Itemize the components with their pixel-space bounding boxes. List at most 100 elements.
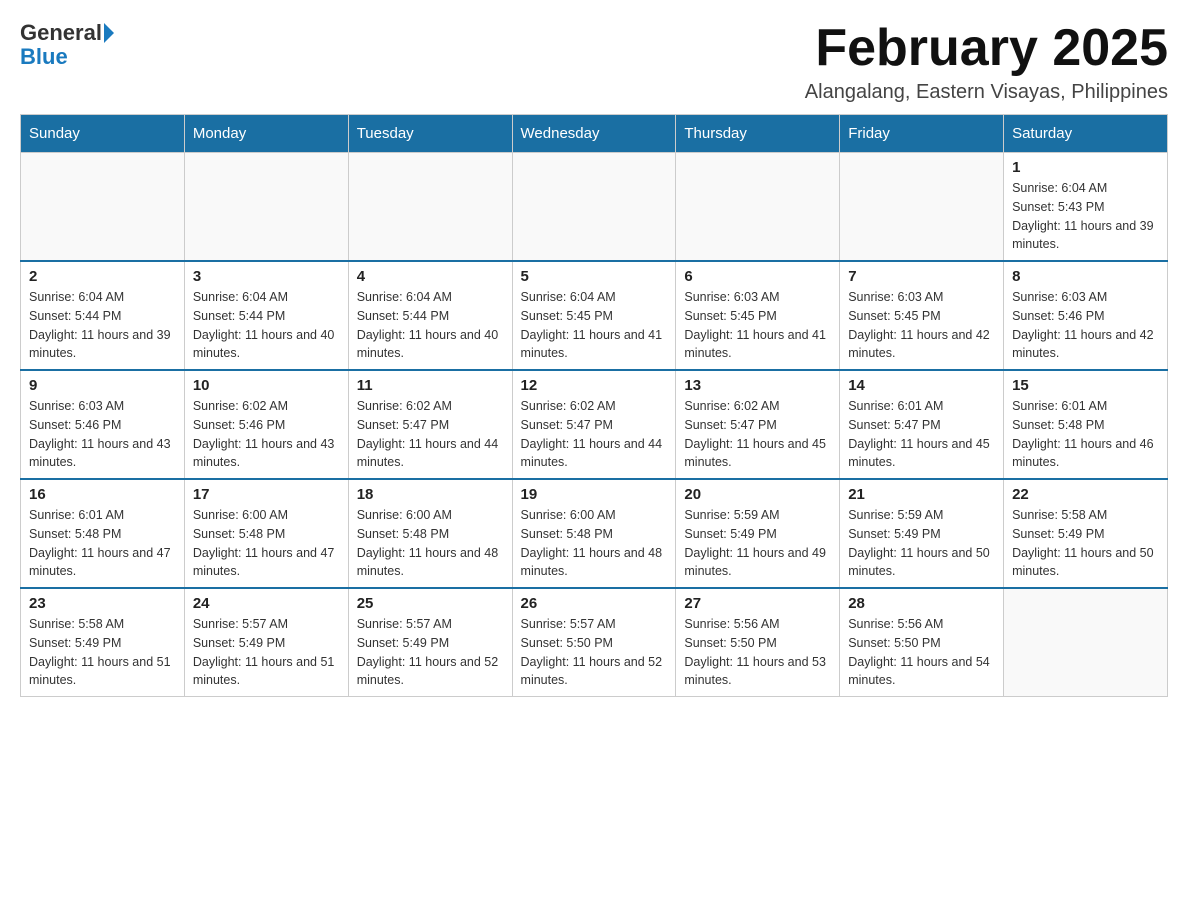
day-number: 10: [193, 377, 340, 394]
day-number: 7: [848, 268, 995, 285]
calendar-cell: 2 Sunrise: 6:04 AMSunset: 5:44 PMDaylight…: [21, 261, 185, 370]
day-number: 21: [848, 486, 995, 503]
calendar-header-tuesday: Tuesday: [348, 115, 512, 153]
day-info: Sunrise: 6:03 AMSunset: 5:46 PMDaylight:…: [29, 397, 176, 472]
day-number: 26: [521, 595, 668, 612]
calendar-cell: 11 Sunrise: 6:02 AMSunset: 5:47 PMDayligh…: [348, 370, 512, 479]
calendar-cell: 9 Sunrise: 6:03 AMSunset: 5:46 PMDaylight…: [21, 370, 185, 479]
calendar-header-saturday: Saturday: [1004, 115, 1168, 153]
day-number: 1: [1012, 159, 1159, 176]
day-info: Sunrise: 5:56 AMSunset: 5:50 PMDaylight:…: [848, 615, 995, 690]
day-info: Sunrise: 5:59 AMSunset: 5:49 PMDaylight:…: [684, 506, 831, 581]
day-info: Sunrise: 6:01 AMSunset: 5:48 PMDaylight:…: [1012, 397, 1159, 472]
calendar-cell: 6 Sunrise: 6:03 AMSunset: 5:45 PMDaylight…: [676, 261, 840, 370]
logo-blue-text: Blue: [20, 44, 68, 70]
day-info: Sunrise: 6:04 AMSunset: 5:44 PMDaylight:…: [193, 288, 340, 363]
calendar-table: SundayMondayTuesdayWednesdayThursdayFrid…: [20, 114, 1168, 697]
calendar-week-row-3: 9 Sunrise: 6:03 AMSunset: 5:46 PMDaylight…: [21, 370, 1168, 479]
calendar-header-friday: Friday: [840, 115, 1004, 153]
day-info: Sunrise: 6:02 AMSunset: 5:46 PMDaylight:…: [193, 397, 340, 472]
title-block: February 2025 Alangalang, Eastern Visaya…: [805, 20, 1168, 104]
calendar-cell: 10 Sunrise: 6:02 AMSunset: 5:46 PMDayligh…: [184, 370, 348, 479]
calendar-cell: 12Sunrise: 6:02 AMSunset: 5:47 PMDayligh…: [512, 370, 676, 479]
logo-general-text: General: [20, 20, 102, 46]
calendar-cell: 20Sunrise: 5:59 AMSunset: 5:49 PMDayligh…: [676, 479, 840, 588]
calendar-cell: 22Sunrise: 5:58 AMSunset: 5:49 PMDayligh…: [1004, 479, 1168, 588]
calendar-header-wednesday: Wednesday: [512, 115, 676, 153]
day-number: 14: [848, 377, 995, 394]
day-number: 17: [193, 486, 340, 503]
day-info: Sunrise: 5:59 AMSunset: 5:49 PMDaylight:…: [848, 506, 995, 581]
day-info: Sunrise: 5:58 AMSunset: 5:49 PMDaylight:…: [1012, 506, 1159, 581]
day-info: Sunrise: 6:03 AMSunset: 5:46 PMDaylight:…: [1012, 288, 1159, 363]
day-number: 16: [29, 486, 176, 503]
calendar-cell: 14 Sunrise: 6:01 AMSunset: 5:47 PMDayligh…: [840, 370, 1004, 479]
calendar-cell: 7 Sunrise: 6:03 AMSunset: 5:45 PMDaylight…: [840, 261, 1004, 370]
day-number: 11: [357, 377, 504, 394]
day-info: Sunrise: 6:04 AMSunset: 5:45 PMDaylight:…: [521, 288, 668, 363]
day-number: 23: [29, 595, 176, 612]
calendar-week-row-1: 1 Sunrise: 6:04 AMSunset: 5:43 PMDaylight…: [21, 153, 1168, 262]
day-number: 19: [521, 486, 668, 503]
calendar-cell: 16 Sunrise: 6:01 AMSunset: 5:48 PMDayligh…: [21, 479, 185, 588]
day-info: Sunrise: 6:02 AMSunset: 5:47 PMDaylight:…: [684, 397, 831, 472]
calendar-cell: 23 Sunrise: 5:58 AMSunset: 5:49 PMDayligh…: [21, 588, 185, 697]
day-number: 3: [193, 268, 340, 285]
day-number: 9: [29, 377, 176, 394]
calendar-week-row-5: 23 Sunrise: 5:58 AMSunset: 5:49 PMDayligh…: [21, 588, 1168, 697]
calendar-cell: 24 Sunrise: 5:57 AMSunset: 5:49 PMDayligh…: [184, 588, 348, 697]
day-number: 8: [1012, 268, 1159, 285]
day-info: Sunrise: 6:00 AMSunset: 5:48 PMDaylight:…: [193, 506, 340, 581]
day-number: 24: [193, 595, 340, 612]
calendar-cell: 4Sunrise: 6:04 AMSunset: 5:44 PMDaylight…: [348, 261, 512, 370]
day-info: Sunrise: 5:57 AMSunset: 5:49 PMDaylight:…: [193, 615, 340, 690]
day-info: Sunrise: 5:58 AMSunset: 5:49 PMDaylight:…: [29, 615, 176, 690]
calendar-week-row-4: 16 Sunrise: 6:01 AMSunset: 5:48 PMDayligh…: [21, 479, 1168, 588]
calendar-cell: 13Sunrise: 6:02 AMSunset: 5:47 PMDayligh…: [676, 370, 840, 479]
day-number: 15: [1012, 377, 1159, 394]
calendar-cell: 17 Sunrise: 6:00 AMSunset: 5:48 PMDayligh…: [184, 479, 348, 588]
day-info: Sunrise: 6:01 AMSunset: 5:48 PMDaylight:…: [29, 506, 176, 581]
day-number: 25: [357, 595, 504, 612]
day-info: Sunrise: 6:02 AMSunset: 5:47 PMDaylight:…: [357, 397, 504, 472]
day-info: Sunrise: 5:56 AMSunset: 5:50 PMDaylight:…: [684, 615, 831, 690]
day-number: 6: [684, 268, 831, 285]
calendar-cell: [676, 153, 840, 262]
calendar-cell: 21 Sunrise: 5:59 AMSunset: 5:49 PMDayligh…: [840, 479, 1004, 588]
day-info: Sunrise: 5:57 AMSunset: 5:49 PMDaylight:…: [357, 615, 504, 690]
logo-arrow-icon: [104, 23, 114, 43]
calendar-header-row: SundayMondayTuesdayWednesdayThursdayFrid…: [21, 115, 1168, 153]
calendar-cell: [512, 153, 676, 262]
calendar-cell: [1004, 588, 1168, 697]
calendar-header-sunday: Sunday: [21, 115, 185, 153]
calendar-cell: 28 Sunrise: 5:56 AMSunset: 5:50 PMDayligh…: [840, 588, 1004, 697]
day-info: Sunrise: 6:03 AMSunset: 5:45 PMDaylight:…: [684, 288, 831, 363]
day-number: 2: [29, 268, 176, 285]
calendar-header-monday: Monday: [184, 115, 348, 153]
day-info: Sunrise: 6:04 AMSunset: 5:43 PMDaylight:…: [1012, 179, 1159, 254]
location-subtitle: Alangalang, Eastern Visayas, Philippines: [805, 81, 1168, 104]
day-number: 18: [357, 486, 504, 503]
calendar-cell: 5 Sunrise: 6:04 AMSunset: 5:45 PMDaylight…: [512, 261, 676, 370]
calendar-cell: 18 Sunrise: 6:00 AMSunset: 5:48 PMDayligh…: [348, 479, 512, 588]
day-info: Sunrise: 6:02 AMSunset: 5:47 PMDaylight:…: [521, 397, 668, 472]
calendar-cell: [348, 153, 512, 262]
day-info: Sunrise: 6:00 AMSunset: 5:48 PMDaylight:…: [357, 506, 504, 581]
day-info: Sunrise: 6:03 AMSunset: 5:45 PMDaylight:…: [848, 288, 995, 363]
calendar-cell: 26Sunrise: 5:57 AMSunset: 5:50 PMDayligh…: [512, 588, 676, 697]
calendar-header-thursday: Thursday: [676, 115, 840, 153]
calendar-cell: 1 Sunrise: 6:04 AMSunset: 5:43 PMDaylight…: [1004, 153, 1168, 262]
day-info: Sunrise: 6:04 AMSunset: 5:44 PMDaylight:…: [29, 288, 176, 363]
day-number: 5: [521, 268, 668, 285]
calendar-cell: [840, 153, 1004, 262]
calendar-cell: 15 Sunrise: 6:01 AMSunset: 5:48 PMDayligh…: [1004, 370, 1168, 479]
month-title: February 2025: [805, 20, 1168, 77]
day-info: Sunrise: 6:01 AMSunset: 5:47 PMDaylight:…: [848, 397, 995, 472]
logo: General Blue: [20, 20, 116, 70]
calendar-cell: 8 Sunrise: 6:03 AMSunset: 5:46 PMDaylight…: [1004, 261, 1168, 370]
calendar-cell: 27Sunrise: 5:56 AMSunset: 5:50 PMDayligh…: [676, 588, 840, 697]
calendar-cell: [21, 153, 185, 262]
calendar-week-row-2: 2 Sunrise: 6:04 AMSunset: 5:44 PMDaylight…: [21, 261, 1168, 370]
day-number: 28: [848, 595, 995, 612]
day-number: 4: [357, 268, 504, 285]
